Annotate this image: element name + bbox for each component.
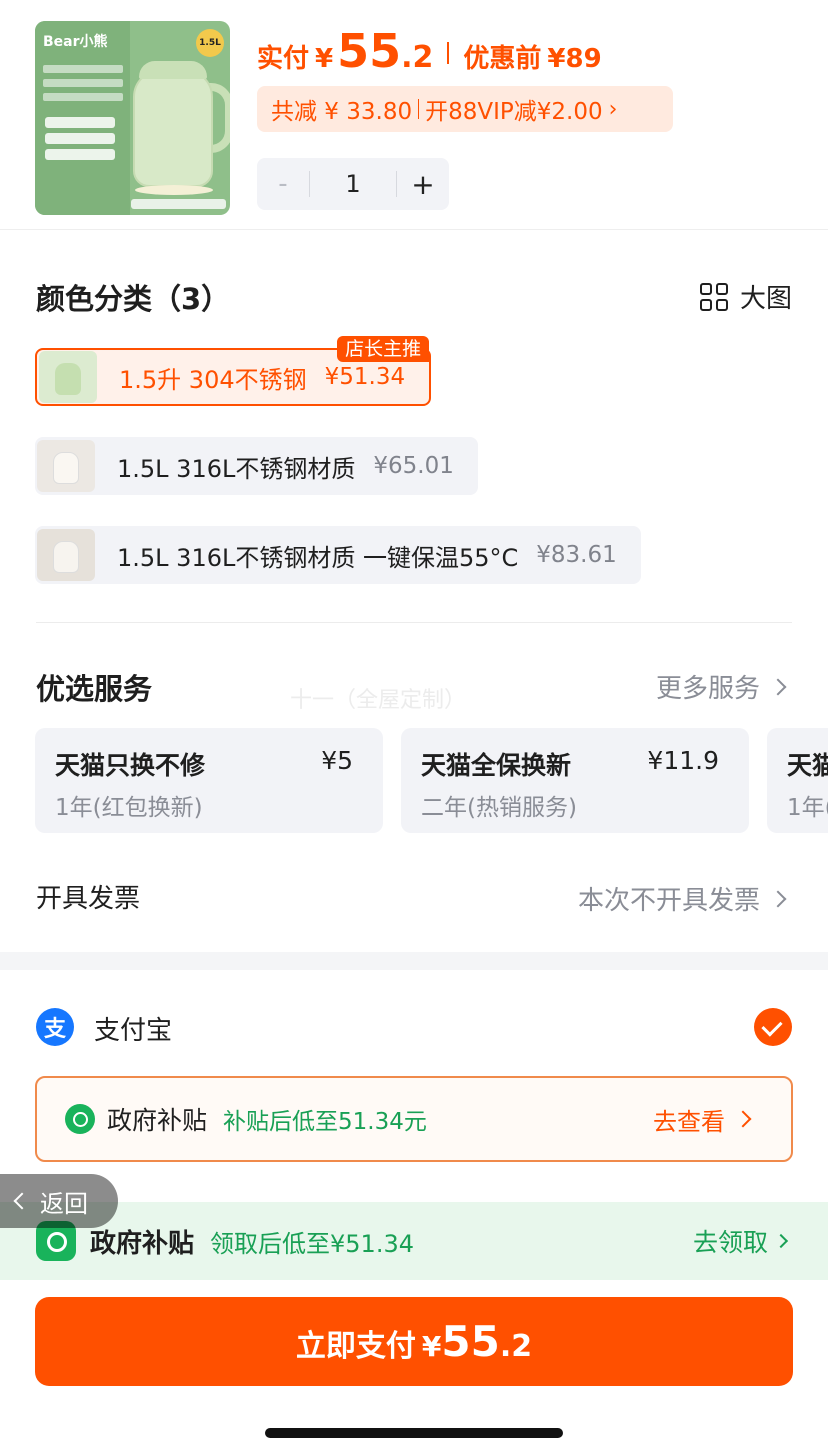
paid-label: 实付 [257, 44, 310, 74]
product-image-tag [45, 133, 115, 144]
sku-price: ¥83.61 [536, 542, 617, 568]
sku-price: ¥65.01 [373, 453, 454, 479]
currency-symbol: ¥ [315, 44, 334, 74]
watermark-text: 十一（全屋定制） [290, 688, 467, 713]
service-name: 天猫只换不修 [55, 751, 206, 780]
sku-option-3[interactable]: 1.5L 316L不锈钢材质 一键保温55°C ¥83.61 [35, 526, 641, 584]
pay-price-integer: 55 [441, 1317, 500, 1366]
back-label: 返回 [40, 1189, 88, 1218]
service-desc: 二年(热销服务) [421, 795, 577, 821]
product-image-line [43, 79, 123, 87]
sku-option-2[interactable]: 1.5L 316L不锈钢材质 ¥65.01 [35, 437, 478, 495]
chevron-right-icon [769, 890, 787, 907]
alipay-icon: 支 [36, 1008, 74, 1046]
discount-divider [418, 99, 420, 119]
quantity-stepper: - 1 + [257, 158, 449, 210]
service-fee: ¥5 [321, 746, 353, 775]
back-button[interactable]: 返回 [0, 1174, 118, 1228]
big-image-toggle[interactable]: 大图 [699, 278, 792, 315]
subsidy-view-link[interactable]: 去查看 [653, 1102, 752, 1137]
price-integer: 55 [337, 24, 402, 78]
sku-thumbnail [39, 351, 97, 403]
sku-label: 1.5升 304不锈钢 [119, 365, 307, 394]
subsidy-detail: 补贴后低至51.34元 [223, 1109, 427, 1135]
price-row: 实付 ¥ 55 .2 优惠前 ¥89 [257, 24, 602, 82]
recommend-badge: 店长主推 [337, 336, 430, 362]
pay-button-label: 立即支付 [295, 1329, 416, 1364]
subsidy-action-label: 去查看 [653, 1107, 725, 1136]
kettle-lid [139, 61, 207, 79]
kettle-shape [55, 363, 81, 395]
service-desc: 1年(红包换新) [55, 795, 203, 821]
divider [0, 229, 828, 230]
decrease-button[interactable]: - [257, 169, 309, 199]
more-services-link[interactable]: 更多服务 [655, 668, 787, 705]
claim-subsidy-link[interactable]: 去领取 [692, 1223, 789, 1259]
sku-thumbnail [37, 529, 95, 581]
service-name: 天猫全保换新 [421, 751, 572, 780]
before-discount-price: ¥89 [547, 44, 602, 74]
services-title: 优选服务 [36, 672, 153, 706]
chevron-right-icon [773, 1233, 789, 1249]
pay-currency: ¥ [421, 1330, 442, 1363]
service-card[interactable]: 天猫全保换新 ¥11.9 二年(热销服务) [401, 728, 749, 833]
check-icon[interactable] [754, 1008, 792, 1046]
home-indicator[interactable] [265, 1428, 563, 1438]
banner-detail: 领取后低至¥51.34 [210, 1229, 414, 1258]
kettle-shape [53, 452, 79, 484]
banner-title: 政府补贴 [90, 1228, 195, 1259]
product-image-tag [45, 149, 115, 160]
product-image[interactable]: Bear小熊 1.5L [35, 21, 230, 215]
more-services-label: 更多服务 [655, 674, 760, 704]
sku-price: ¥51.34 [324, 364, 406, 390]
sku-option-1[interactable]: 1.5升 304不锈钢 ¥51.34 店长主推 [35, 336, 432, 406]
section-gap [0, 952, 828, 970]
price-decimal: .2 [401, 40, 434, 75]
gov-subsidy-box[interactable]: 政府补贴 补贴后低至51.34元 去查看 [35, 1076, 793, 1162]
subsidy-title: 政府补贴 [107, 1106, 208, 1135]
invoice-value: 本次不开具发票 [577, 886, 760, 916]
size-badge: 1.5L [196, 29, 224, 57]
sku-thumbnail [37, 440, 95, 492]
product-image-line [43, 65, 123, 73]
gov-subsidy-banner[interactable]: 政府补贴 领取后低至¥51.34 去领取 [0, 1202, 828, 1280]
sku-label: 1.5L 316L不锈钢材质 [117, 454, 356, 483]
payment-method-label[interactable]: 支付宝 [94, 1010, 172, 1047]
chevron-left-icon [13, 1192, 31, 1210]
pay-now-button[interactable]: 立即支付 ¥ 55 .2 [35, 1297, 793, 1386]
invoice-label: 开具发票 [36, 884, 141, 914]
total-discount: 共减 ¥ 33.80 [271, 99, 413, 125]
service-card[interactable]: 天猫只换不修 ¥5 1年(红包换新) [35, 728, 383, 833]
kettle-base [135, 185, 213, 195]
claim-label: 去领取 [692, 1228, 768, 1257]
gov-subsidy-icon [65, 1104, 95, 1134]
service-fee: ¥11.9 [647, 746, 719, 775]
invoice-option[interactable]: 本次不开具发票 [577, 880, 787, 917]
chevron-right-icon [769, 678, 787, 695]
kettle-body [133, 69, 213, 187]
service-name: 天猫 [787, 751, 828, 780]
price-separator [447, 42, 450, 64]
product-image-tag [45, 117, 115, 128]
product-image-brand: Bear小熊 [43, 34, 108, 50]
vip-discount: 开88VIP减¥2.00 [425, 99, 603, 125]
quantity-input[interactable]: 1 [310, 170, 396, 198]
pay-price-decimal: .2 [499, 1329, 533, 1364]
chevron-right-icon: › [608, 96, 618, 122]
before-discount-label: 优惠前 [463, 44, 542, 74]
product-image-line [43, 93, 123, 101]
divider [36, 622, 792, 623]
sku-label: 1.5L 316L不锈钢材质 一键保温55°C [117, 543, 519, 572]
color-section-title: 颜色分类（3） [36, 282, 231, 316]
service-desc: 1年( [787, 795, 828, 821]
service-card[interactable]: 天猫 1年( [767, 728, 828, 833]
product-image-strip [131, 199, 226, 209]
grid-icon [699, 282, 728, 311]
chevron-right-icon [734, 1110, 752, 1128]
discount-detail-button[interactable]: 共减 ¥ 33.80 开88VIP减¥2.00 › [257, 86, 673, 132]
kettle-shape [53, 541, 79, 573]
increase-button[interactable]: + [397, 168, 449, 201]
big-image-label: 大图 [739, 284, 792, 314]
